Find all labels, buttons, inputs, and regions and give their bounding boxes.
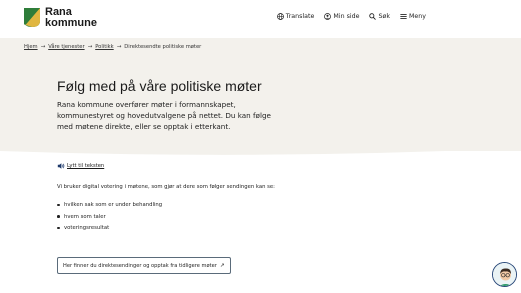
- intro-text: Rana kommune overfører møter i formannsk…: [57, 100, 271, 132]
- voting-paragraph: Vi bruker digital votering i møtene, som…: [57, 184, 275, 190]
- top-navigation: Translate Min side Søk Meny: [267, 13, 426, 20]
- page-title: Følg med på våre politiske møter: [57, 78, 262, 94]
- list-item: hvem som taler: [57, 213, 162, 225]
- site-header: Rana kommune Translate Min side Søk Meny: [0, 0, 521, 38]
- listen-button[interactable]: Lytt til teksten: [57, 162, 357, 170]
- search-icon: [369, 13, 377, 20]
- breadcrumb: Hjem → Våre tjenester → Politikk → Direk…: [24, 44, 201, 50]
- chatbot-avatar-button[interactable]: [492, 262, 517, 287]
- arrow-right-icon: →: [87, 44, 93, 50]
- bullet-list: hvilken sak som er under behandling hvem…: [57, 201, 162, 236]
- logo-line-2: kommune: [45, 17, 97, 29]
- rana-logo[interactable]: [24, 8, 40, 27]
- chatbot-avatar-icon: [493, 263, 516, 286]
- translate-button[interactable]: Translate: [276, 13, 315, 20]
- min-side-button[interactable]: Min side: [324, 13, 359, 20]
- translate-label: Translate: [285, 13, 315, 20]
- menu-label: Meny: [408, 13, 426, 20]
- arrow-right-icon: →: [116, 44, 122, 50]
- list-item: hvilken sak som er under behandling: [57, 201, 162, 213]
- breadcrumb-politics[interactable]: Politikk: [95, 44, 113, 50]
- breadcrumb-home[interactable]: Hjem: [24, 44, 38, 50]
- hero-section: Hjem → Våre tjenester → Politikk → Direk…: [0, 38, 521, 151]
- broadcasts-link-button[interactable]: Her finner du direktesendinger og opptak…: [57, 257, 231, 274]
- arrow-right-icon: →: [40, 44, 46, 50]
- menu-icon: [400, 14, 407, 19]
- external-link-icon: ↗: [219, 262, 225, 269]
- min-side-label: Min side: [333, 13, 360, 20]
- search-button[interactable]: Søk: [369, 13, 390, 20]
- menu-button[interactable]: Meny: [400, 13, 426, 20]
- list-item: voteringsresultat: [57, 224, 162, 236]
- cta-label: Her finner du direktesendinger og opptak…: [63, 262, 217, 269]
- breadcrumb-current: Direktesendte politiske møter: [124, 44, 202, 50]
- breadcrumb-services[interactable]: Våre tjenester: [48, 44, 84, 50]
- user-icon: [324, 13, 332, 20]
- logo-wordmark[interactable]: Rana kommune: [45, 7, 97, 29]
- main-content: Lytt til teksten Vi bruker digital voter…: [57, 162, 357, 231]
- globe-icon: [276, 13, 284, 20]
- listen-label: Lytt til teksten: [67, 163, 105, 169]
- speaker-icon: [57, 163, 65, 169]
- hero-bottom-curve: [0, 146, 521, 155]
- search-label: Søk: [378, 13, 390, 20]
